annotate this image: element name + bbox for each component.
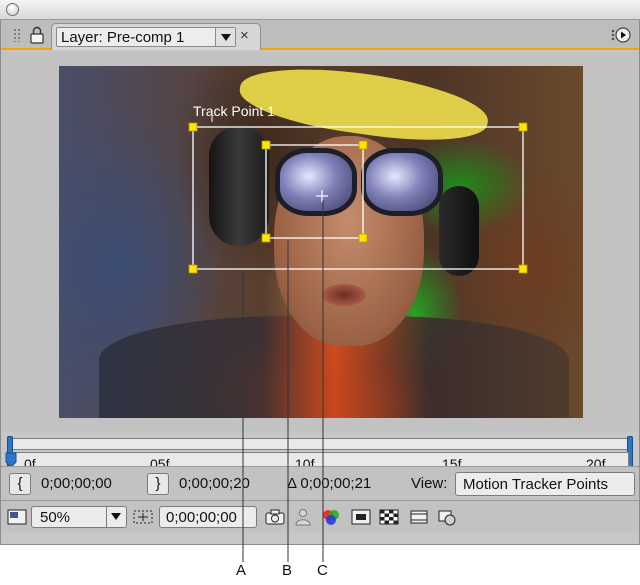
callout-a: A — [236, 562, 247, 579]
chevron-down-icon[interactable] — [106, 507, 126, 527]
current-time-value: 0;00;00;00 — [166, 509, 237, 526]
current-time-field[interactable]: 0;00;00;00 — [159, 506, 257, 528]
callout-c: C — [317, 562, 328, 579]
view-label: View: — [411, 475, 448, 492]
callout-b: B — [282, 562, 293, 579]
layer-viewer[interactable] — [1, 52, 639, 432]
grip-icon[interactable] — [13, 28, 21, 42]
out-point-time[interactable]: 0;00;00;20 — [179, 475, 250, 492]
in-point-time[interactable]: 0;00;00;00 — [41, 475, 112, 492]
color-channels-icon[interactable] — [321, 508, 341, 526]
preview-display-icon[interactable] — [7, 508, 27, 526]
tab-layer-precomp[interactable]: Layer: Pre-comp 1 × — [51, 23, 261, 50]
layer-panel: Layer: Pre-comp 1 × 0f 05f 10f 15f 20f {… — [0, 20, 640, 545]
headphone-left — [209, 126, 269, 246]
show-snapshot-icon[interactable] — [293, 508, 313, 526]
lock-icon[interactable] — [29, 26, 45, 44]
magnification-select[interactable]: 50% — [31, 506, 127, 528]
tab-title: Layer: Pre-comp 1 — [61, 29, 185, 46]
close-icon[interactable]: × — [240, 27, 249, 44]
footage-frame[interactable] — [59, 66, 583, 418]
chevron-down-icon[interactable] — [215, 28, 235, 46]
camera-snapshot-icon[interactable] — [265, 508, 285, 526]
window-close-dot[interactable] — [6, 3, 19, 16]
window-titlebar — [0, 0, 640, 20]
zoom-value: 50% — [40, 509, 71, 526]
goggle-left-lens — [275, 148, 357, 216]
tab-title-box[interactable]: Layer: Pre-comp 1 — [56, 27, 236, 47]
region-of-interest-icon[interactable] — [132, 508, 154, 526]
mouth — [322, 284, 366, 306]
duration-readout: Δ 0;00;00;21 — [287, 475, 372, 492]
transparency-grid-icon[interactable] — [379, 508, 399, 526]
in-out-controls: { 0;00;00;00 } 0;00;00;20 Δ 0;00;00;21 V… — [1, 466, 639, 500]
panel-tab-row: Layer: Pre-comp 1 × — [1, 20, 639, 50]
set-in-point-button[interactable]: { — [9, 473, 31, 495]
safe-zones-icon[interactable] — [351, 508, 371, 526]
view-options-icon[interactable] — [437, 508, 457, 526]
work-area-bar[interactable] — [11, 438, 629, 450]
view-select[interactable]: Motion Tracker Points — [455, 472, 635, 496]
viewer-footer: 50% 0;00;00;00 — [1, 500, 639, 532]
headphone-right — [439, 186, 479, 276]
view-select-value: Motion Tracker Points — [463, 476, 609, 493]
set-out-point-button[interactable]: } — [147, 473, 169, 495]
title-action-safe-icon[interactable] — [409, 508, 429, 526]
panel-menu-icon[interactable] — [609, 26, 631, 44]
goggle-right-lens — [361, 148, 443, 216]
